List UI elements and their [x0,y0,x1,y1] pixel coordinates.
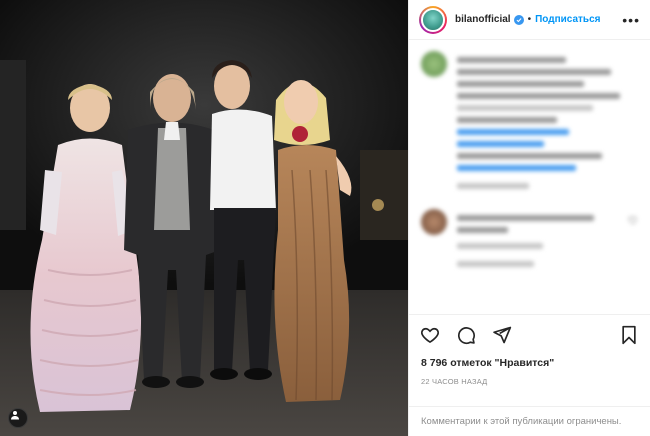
comments-limited-notice: Комментарии к этой публикации ограничены… [409,406,650,436]
post-photo[interactable] [0,0,408,436]
stage-wing-left [0,60,26,230]
more-options-button[interactable]: ••• [622,12,640,28]
paper-plane-icon [493,326,512,344]
comment-button[interactable] [455,324,477,346]
username-link[interactable]: bilanofficial [455,14,511,25]
list-item [421,51,638,195]
save-button[interactable] [618,324,640,346]
like-button[interactable] [419,324,441,346]
follow-button[interactable]: Подписаться [535,14,600,25]
tag-people-button[interactable] [8,408,28,428]
bookmark-icon [622,325,636,345]
heart-icon [421,327,439,344]
verified-badge-icon [513,14,524,25]
comment-bubble-icon [458,327,475,345]
photo-scene [0,0,408,436]
post-timestamp[interactable]: 22 ЧАСОВ НАЗАД [409,369,650,386]
stage-prop-right [360,150,408,240]
share-button[interactable] [491,324,513,346]
post-side-panel: bilanofficial • Подписаться ••• 8 796 от… [408,0,650,436]
user-tag-icon [11,411,19,420]
necklace [292,126,308,142]
post-header: bilanofficial • Подписаться ••• [409,0,650,40]
stage-light [372,199,384,211]
separator-dot: • [527,14,532,25]
list-item [421,209,638,273]
likes-count[interactable]: 8 796 отметок "Нравится" [409,355,650,369]
comments-list[interactable] [409,41,650,314]
avatar[interactable] [419,5,447,34]
